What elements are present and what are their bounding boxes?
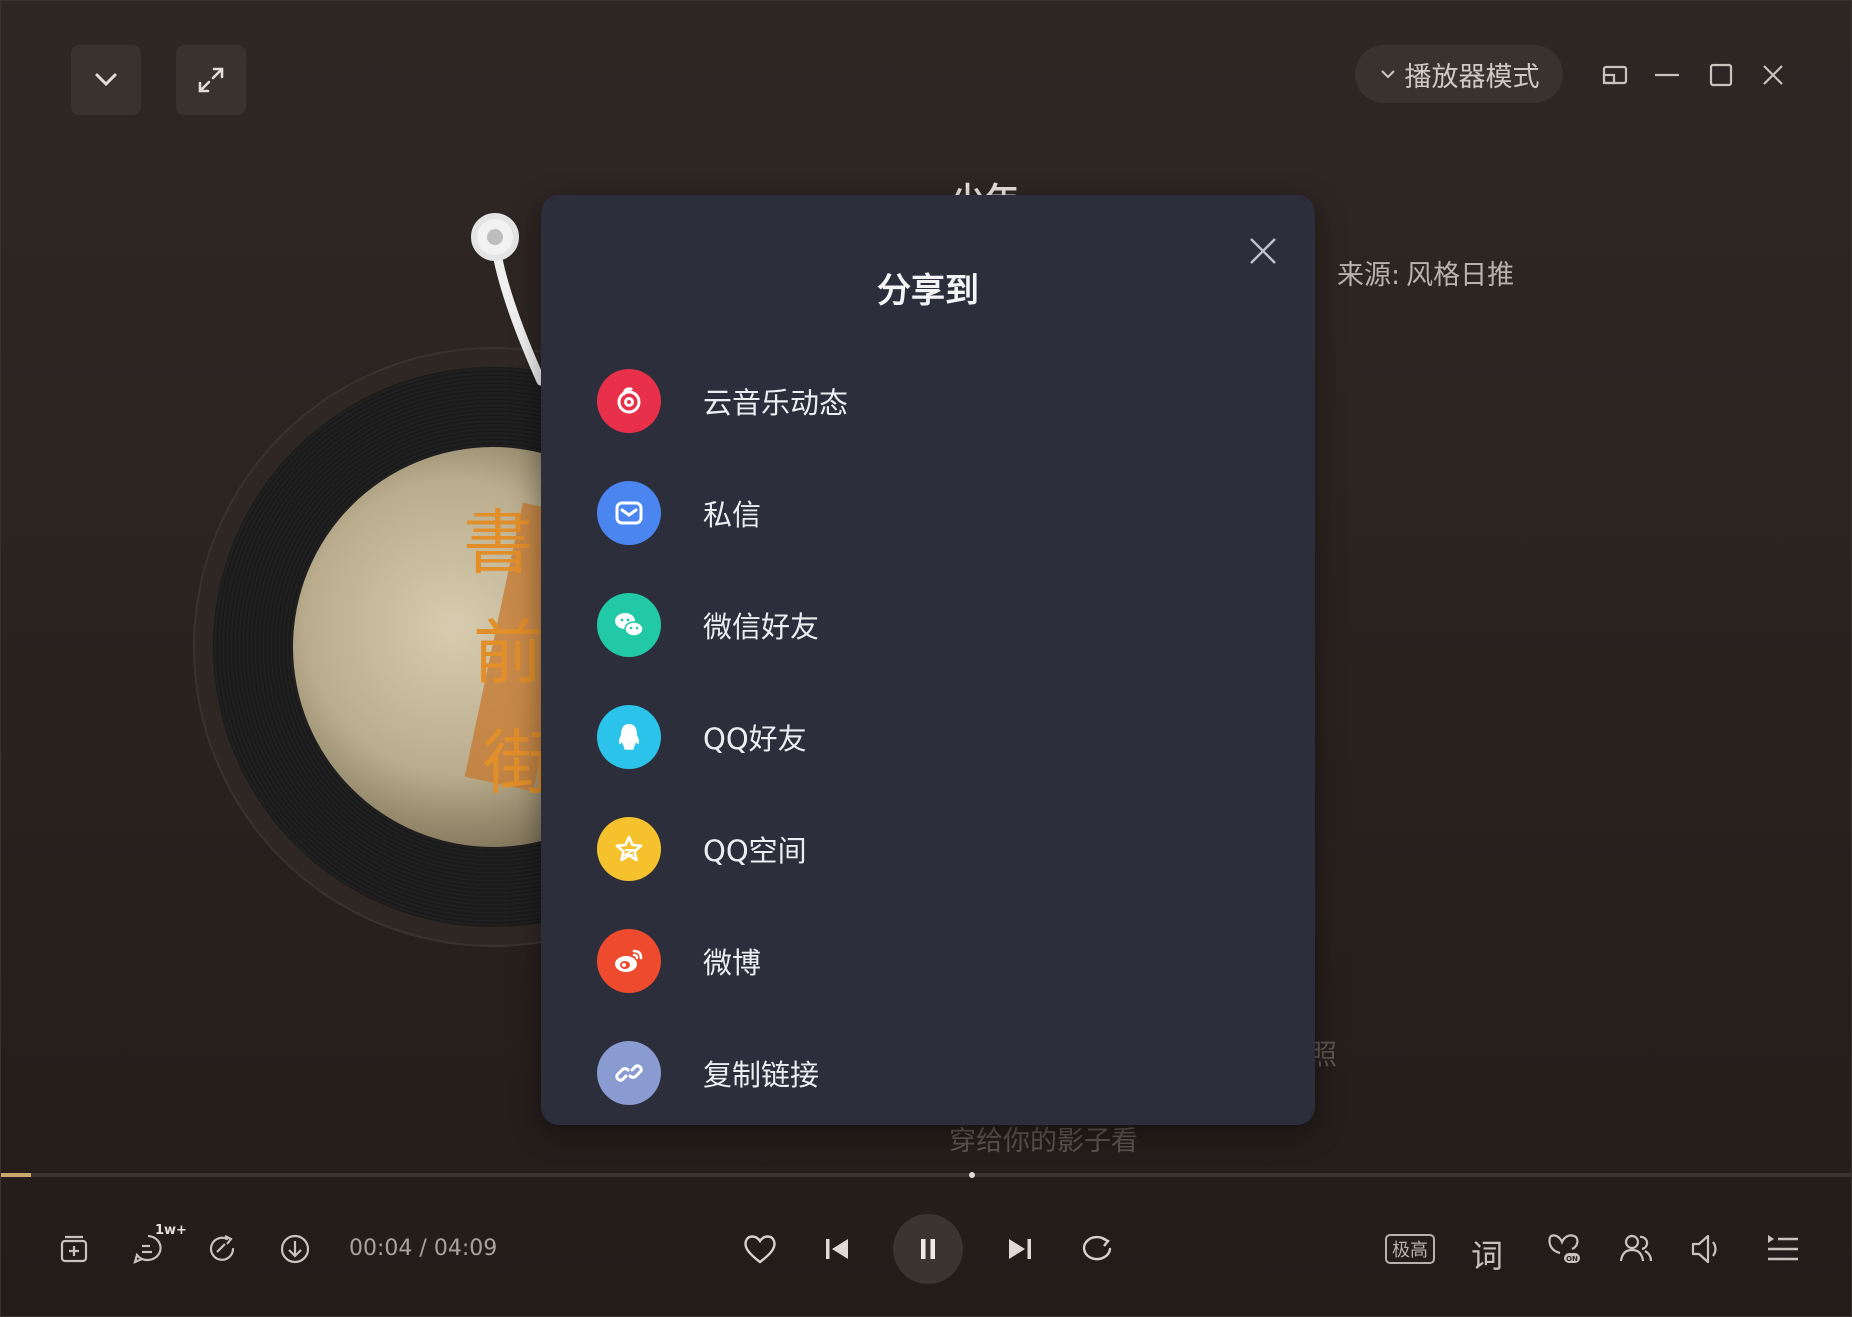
close-icon [1250,238,1276,264]
share-item-qzone[interactable]: QQ空间 [597,814,1257,884]
repeat-icon [1082,1235,1112,1261]
song-source[interactable]: 来源: 风格日推 [1337,253,1514,292]
close-button[interactable] [1751,53,1795,97]
previous-track-icon [826,1239,848,1259]
share-item-label: 微信好友 [703,610,820,644]
download-icon [280,1234,310,1264]
fullscreen-button[interactable] [176,45,246,115]
weibo-icon [597,929,661,993]
volume-button[interactable] [1684,1226,1730,1272]
link-icon [597,1041,661,1105]
share-item-copy-link[interactable]: 复制链接 [597,1038,1257,1108]
share-item-label: 云音乐动态 [703,386,849,420]
duration: 04:09 [433,1236,498,1261]
playlist-icon [1768,1235,1798,1261]
tonearm-pivot [471,213,519,261]
share-button[interactable] [199,1226,245,1272]
collapse-button[interactable] [71,45,141,115]
share-item-label: 微博 [703,946,762,980]
people-icon [1619,1234,1653,1262]
volume-icon [1691,1234,1717,1264]
maximize-button[interactable] [1699,53,1743,97]
close-icon [1763,65,1783,85]
wechat-icon [597,593,661,657]
expand-icon [198,67,224,93]
lyrics-button[interactable]: 词 [1471,1231,1503,1277]
share-dialog: 分享到 云音乐动态 私信 微信好友 QQ好友 QQ空间 微博 复制链接 [541,195,1315,1125]
player-mode-button[interactable]: 播放器模式 [1355,45,1563,103]
listen-together-button[interactable] [1613,1226,1659,1272]
quality-button[interactable]: 极高 [1385,1234,1435,1264]
mini-window-icon [1602,65,1628,85]
like-button[interactable] [737,1226,783,1272]
progress-marker [969,1172,975,1178]
heart-icon [744,1235,776,1264]
netease-music-icon [597,369,661,433]
minimize-button[interactable] [1645,53,1689,97]
share-icon [209,1235,235,1261]
progress-track[interactable] [1,1173,1851,1177]
share-dialog-close-button[interactable] [1241,229,1285,273]
time-separator: / [419,1236,427,1261]
share-item-private-message[interactable]: 私信 [597,478,1257,548]
share-item-weibo[interactable]: 微博 [597,926,1257,996]
player-window: 播放器模式 少年 来源:风格日推 高照 穿给你的影子看 書 前 街 分享到 [0,0,1852,1317]
next-button[interactable] [997,1226,1043,1272]
add-to-playlist-button[interactable] [51,1226,97,1272]
current-time: 00:04 [349,1236,413,1261]
repeat-mode-button[interactable] [1074,1226,1120,1272]
share-item-label: 私信 [703,498,762,532]
minimize-icon [1655,73,1679,77]
svg-text:ON: ON [1566,1255,1578,1263]
share-dialog-title: 分享到 [877,271,979,311]
song-source-label: 来源: [1337,260,1401,291]
chevron-down-icon [1380,70,1395,79]
maximize-icon [1709,63,1733,87]
previous-button[interactable] [814,1226,860,1272]
progress-fill [1,1173,31,1177]
chevron-down-icon [95,73,117,87]
share-item-qq[interactable]: QQ好友 [597,702,1257,772]
mail-icon [597,481,661,545]
song-source-value: 风格日推 [1406,260,1515,291]
share-item-label: QQ好友 [703,722,807,756]
add-to-playlist-icon [60,1235,88,1263]
pause-button[interactable] [893,1214,963,1284]
share-item-label: QQ空间 [703,834,807,868]
playlist-button[interactable] [1759,1226,1805,1272]
sound-effect-on-icon: ON [1548,1234,1580,1263]
pause-icon [921,1239,935,1259]
playback-time: 00:04 / 04:09 [349,1236,497,1261]
mini-mode-button[interactable] [1593,53,1637,97]
sound-effect-button[interactable]: ON [1541,1226,1587,1272]
share-item-label: 复制链接 [703,1058,820,1092]
qzone-star-icon [597,817,661,881]
next-track-icon [1009,1239,1031,1259]
qq-icon [597,705,661,769]
download-button[interactable] [272,1226,318,1272]
share-item-wechat[interactable]: 微信好友 [597,590,1257,660]
player-mode-label: 播放器模式 [1404,61,1540,93]
share-item-cloud-music-feed[interactable]: 云音乐动态 [597,366,1257,436]
comment-count-badge: 1w+ [155,1223,187,1238]
